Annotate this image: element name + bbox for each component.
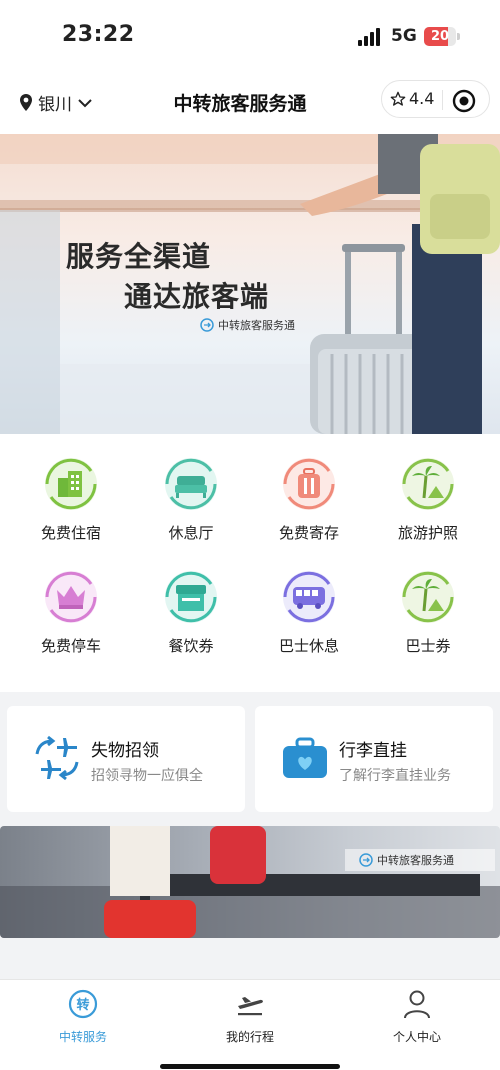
status-bar: 23:22 5G 20 (0, 0, 500, 74)
promo-brand: 中转旅客服务通 (345, 849, 495, 871)
luggage-icon (283, 458, 335, 510)
service-free-parking[interactable]: 免费停车 (21, 567, 121, 667)
service-label: 休息厅 (168, 524, 214, 542)
tab-label: 中转服务 (58, 1030, 107, 1044)
tab-label: 个人中心 (392, 1030, 441, 1044)
tab-transfer-service[interactable]: 转 中转服务 (23, 988, 143, 1045)
banner-brand: 中转旅客服务通 (200, 317, 295, 333)
building-icon (45, 458, 97, 510)
service-meal-voucher[interactable]: 餐饮券 (141, 567, 241, 667)
brand-logo-icon (200, 318, 214, 332)
banner-brand-text: 中转旅客服务通 (218, 319, 295, 332)
transfer-service-icon: 转 (68, 989, 98, 1019)
services-grid: 免费住宿 休息厅 免费寄存 旅游护照 免费停车 餐饮券 巴士休息 巴士券 (0, 434, 500, 692)
crown-icon (45, 571, 97, 623)
capsule-divider (442, 90, 443, 110)
lost-and-found-card[interactable]: 失物招领 招领寻物一应俱全 (7, 706, 245, 812)
rating-value: 4.4 (409, 89, 435, 108)
svg-text:转: 转 (76, 997, 89, 1013)
promo-illustration (0, 826, 500, 938)
app-header: 银川 中转旅客服务通 4.4 (0, 74, 500, 134)
home-indicator (160, 1064, 340, 1069)
battery-cap (457, 33, 460, 40)
baggage-through-check-card[interactable]: 行李直挂 了解行李直挂业务 (255, 706, 493, 812)
status-time: 23:22 (62, 22, 135, 47)
service-label: 巴士券 (405, 637, 451, 655)
flight-transfer-icon (35, 735, 79, 781)
battery-icon: 20 (424, 27, 456, 46)
bus-icon (283, 571, 335, 623)
service-label: 免费寄存 (278, 524, 339, 542)
shop-icon (165, 571, 217, 623)
service-free-storage[interactable]: 免费寄存 (259, 454, 359, 554)
palm-tree-icon (402, 458, 454, 510)
palm-tree-icon (402, 571, 454, 623)
service-lounge[interactable]: 休息厅 (141, 454, 241, 554)
service-label: 旅游护照 (397, 524, 458, 542)
miniprogram-capsule: 4.4 (381, 80, 490, 118)
service-travel-passport[interactable]: 旅游护照 (378, 454, 478, 554)
service-label: 巴士休息 (278, 637, 339, 655)
promo-banner[interactable]: 中转旅客服务通 (0, 826, 500, 938)
card-subtitle: 招领寻物一应俱全 (91, 768, 203, 784)
service-label: 免费住宿 (40, 524, 101, 542)
tab-bar: 转 中转服务 我的行程 个人中心 (0, 979, 500, 1070)
card-title: 行李直挂 (339, 741, 407, 761)
service-label: 免费停车 (40, 637, 101, 655)
record-icon (452, 89, 476, 113)
briefcase-heart-icon (283, 737, 327, 778)
record-button[interactable] (452, 89, 476, 117)
signal-icon (358, 28, 384, 46)
service-bus-rest[interactable]: 巴士休息 (259, 567, 359, 667)
hero-banner[interactable]: 服务全渠道 通达旅客端 中转旅客服务通 (0, 134, 500, 434)
service-bus-voucher[interactable]: 巴士券 (378, 567, 478, 667)
card-title: 失物招领 (91, 741, 159, 761)
battery-level: 20 (430, 29, 450, 44)
banner-headline-1: 服务全渠道 (66, 240, 212, 273)
plane-departure-icon (238, 997, 263, 1016)
card-subtitle: 了解行李直挂业务 (339, 768, 451, 784)
banner-headline-2: 通达旅客端 (124, 280, 270, 313)
tab-my-trips[interactable]: 我的行程 (190, 988, 310, 1045)
rating-button[interactable]: 4.4 (390, 89, 434, 108)
promo-brand-text: 中转旅客服务通 (377, 854, 454, 867)
bed-icon (165, 458, 217, 510)
service-label: 餐饮券 (168, 637, 214, 655)
network-label: 5G (391, 26, 417, 46)
user-icon (404, 990, 430, 1019)
star-icon (390, 91, 406, 106)
brand-logo-icon (359, 853, 373, 867)
tab-profile[interactable]: 个人中心 (357, 988, 477, 1045)
tab-label: 我的行程 (225, 1030, 274, 1044)
service-free-hotel[interactable]: 免费住宿 (21, 454, 121, 554)
